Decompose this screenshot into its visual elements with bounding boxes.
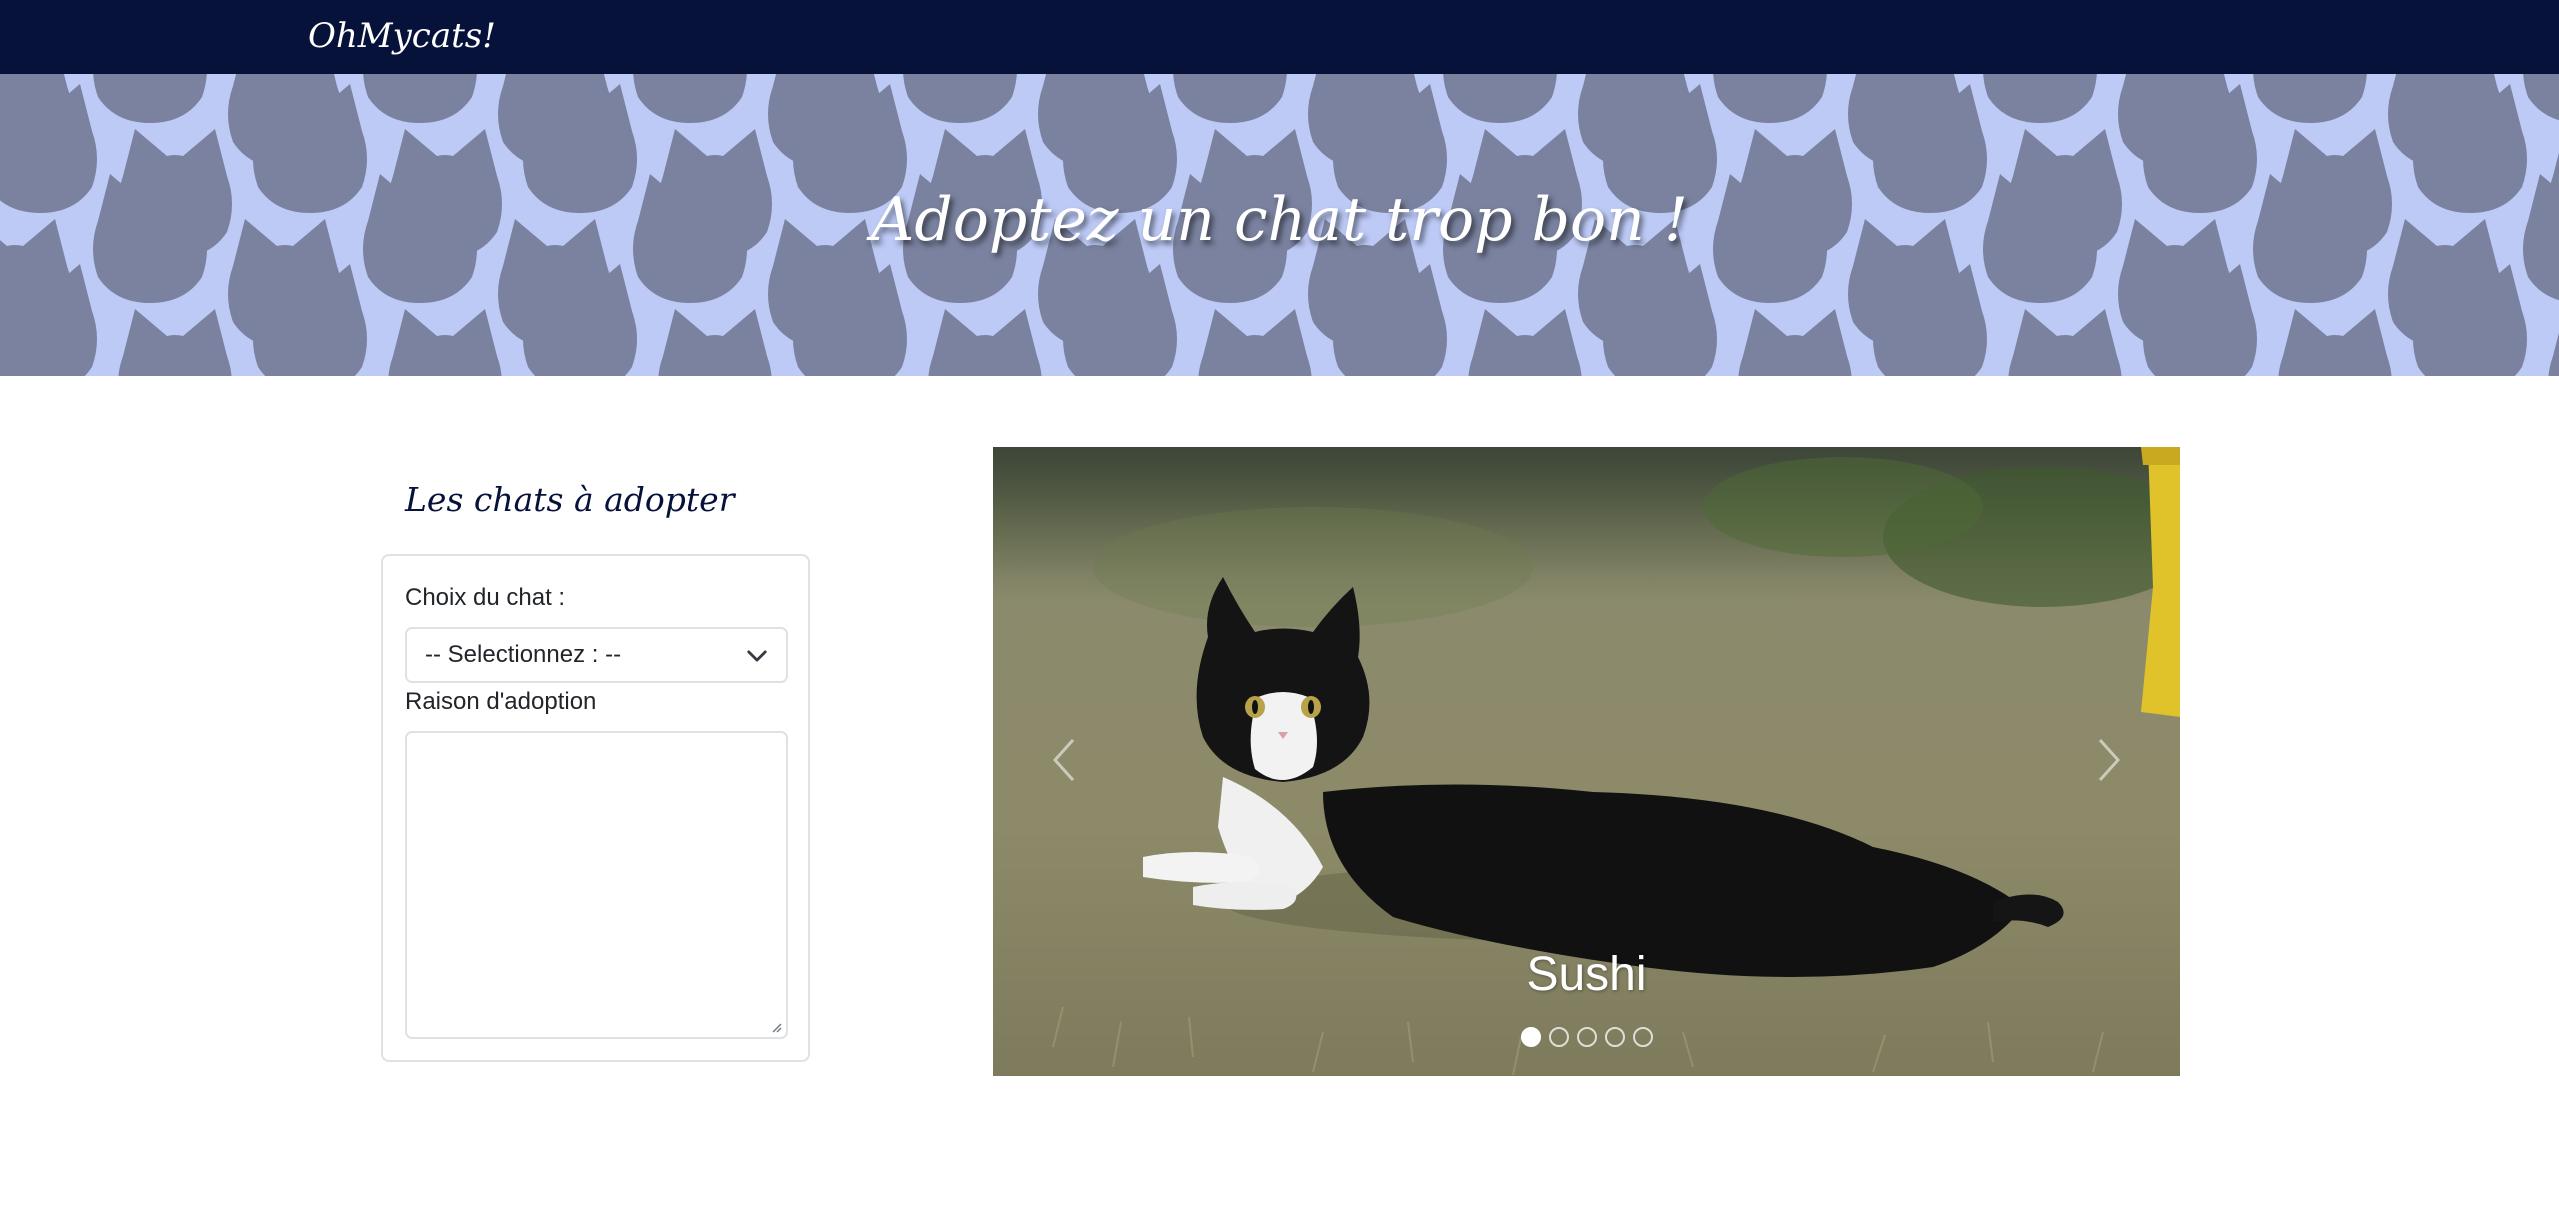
adoption-reason-label: Raison d'adoption xyxy=(405,688,597,715)
cat-choice-label: Choix du chat : xyxy=(405,584,566,611)
cat-head-icon xyxy=(1198,309,1312,376)
cat-head-icon xyxy=(118,309,232,376)
cat-head-icon xyxy=(388,309,502,376)
chevron-right-icon xyxy=(2098,738,2121,782)
carousel-indicator-2[interactable] xyxy=(1548,1027,1569,1047)
cat-head-icon xyxy=(363,74,477,123)
cat-head-icon xyxy=(1738,309,1852,376)
cat-head-icon xyxy=(1173,74,1287,123)
cat-carousel: Sushi xyxy=(993,447,2180,1076)
cat-head-icon xyxy=(2278,309,2392,376)
carousel-prev-control[interactable] xyxy=(1023,715,1103,805)
hero-banner: Adoptez un chat trop bon ! xyxy=(0,74,2559,376)
cat-head-icon xyxy=(2008,309,2122,376)
adoption-reason-textarea[interactable] xyxy=(405,731,788,1039)
cat-head-icon xyxy=(658,309,772,376)
chevron-left-icon xyxy=(1052,738,1075,782)
cat-head-icon xyxy=(633,74,747,123)
top-navbar: OhMycats! xyxy=(0,0,2559,74)
carousel-next-control[interactable] xyxy=(2070,715,2150,805)
hero-title: Adoptez un chat trop bon ! xyxy=(871,185,1688,255)
carousel-indicators xyxy=(993,1027,2180,1049)
section-title: Les chats à adopter xyxy=(405,480,735,519)
cat-select[interactable]: -- Selectionnez : -- xyxy=(405,627,788,683)
resize-grip-icon[interactable] xyxy=(770,1021,782,1033)
cat-head-icon xyxy=(1468,309,1582,376)
cat-head-icon xyxy=(2523,74,2559,123)
cat-head-icon xyxy=(928,309,1042,376)
cat-head-icon xyxy=(1713,74,1827,123)
chevron-down-icon xyxy=(747,650,767,662)
carousel-indicator-4[interactable] xyxy=(1604,1027,1625,1047)
cat-head-icon xyxy=(903,74,1017,123)
carousel-indicator-3[interactable] xyxy=(1576,1027,1597,1047)
carousel-caption: Sushi xyxy=(1526,948,1647,1001)
carousel-indicator-1[interactable] xyxy=(1520,1027,1541,1047)
cat-head-icon xyxy=(2253,74,2367,123)
cat-head-icon xyxy=(1983,74,2097,123)
cat-head-icon xyxy=(2548,309,2559,376)
brand-link[interactable]: OhMycats! xyxy=(308,12,496,60)
cat-head-icon xyxy=(93,74,207,123)
cat-select-value: -- Selectionnez : -- xyxy=(425,641,622,668)
carousel-indicator-5[interactable] xyxy=(1632,1027,1653,1047)
cat-head-icon xyxy=(1443,74,1557,123)
